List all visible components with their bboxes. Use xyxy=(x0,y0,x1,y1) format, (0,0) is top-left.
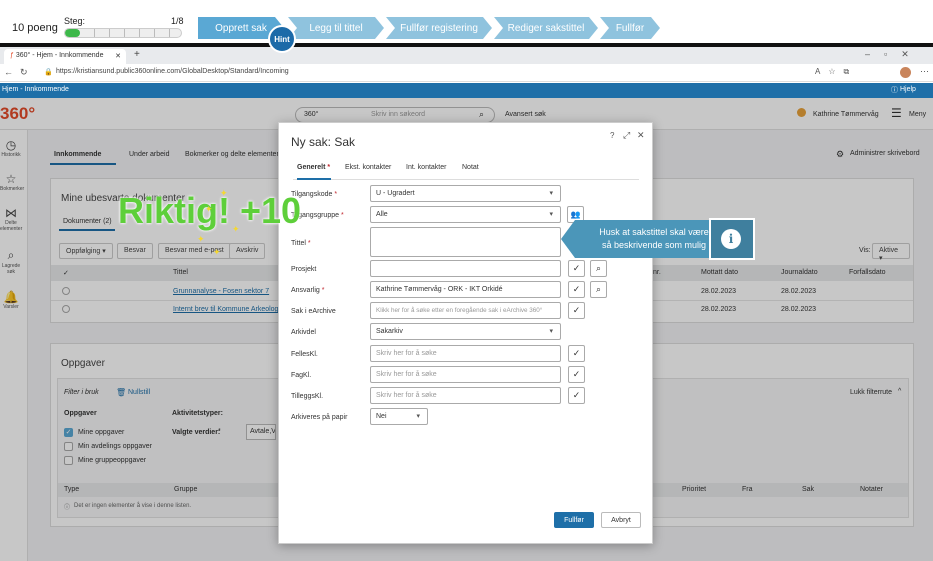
browser-tabstrip: ƒ 360° - Hjem - Innkommende ✕ + –▫✕ xyxy=(0,47,933,64)
help-icon: ⓘ xyxy=(891,87,898,94)
project-field[interactable] xyxy=(370,260,561,277)
tutorial-bar: 10 poeng Steg: 1/8 Opprett sak Legg til … xyxy=(0,0,933,44)
access-group-select[interactable]: Alle xyxy=(370,206,561,223)
access-code-select[interactable]: U - Ugradert xyxy=(370,185,561,202)
reload-icon[interactable]: ↻ xyxy=(20,67,28,78)
browser-toolbar-icons[interactable]: A☆⧉ xyxy=(815,67,857,77)
tab-ext-contacts[interactable]: Ekst. kontakter xyxy=(345,163,391,180)
archive-part-label: Arkivdel xyxy=(291,329,316,336)
new-case-dialog: Ny sak: Sak ? ⤢ ✕ Generelt * Ekst. konta… xyxy=(278,122,653,544)
sparkle-icon: ✦ xyxy=(232,224,240,234)
check-icon[interactable]: ✓ xyxy=(568,387,585,404)
tab-notes[interactable]: Notat xyxy=(462,163,479,180)
help-link[interactable]: Hjelp xyxy=(900,86,916,93)
title-field[interactable] xyxy=(370,227,561,257)
subject-class-label: FagKl. xyxy=(291,372,312,379)
search-icon[interactable]: ⌕ xyxy=(590,260,607,277)
dialog-title: Ny sak: Sak xyxy=(291,135,356,149)
tutorial-step-5: Fullfør xyxy=(600,17,660,39)
hint-button[interactable]: Hint xyxy=(268,25,296,53)
check-icon[interactable]: ✓ xyxy=(568,281,585,298)
paper-archive-select[interactable]: Nei xyxy=(370,408,428,425)
tutorial-step-2: Legg til tittel xyxy=(288,17,384,39)
favicon-icon: ƒ xyxy=(10,52,14,59)
help-icon[interactable]: ? xyxy=(610,131,614,140)
close-icon[interactable]: ✕ xyxy=(115,52,121,60)
url-field[interactable]: https://kristiansund.public360online.com… xyxy=(56,68,289,75)
check-icon[interactable]: ✓ xyxy=(568,260,585,277)
expand-icon[interactable]: ⤢ xyxy=(623,130,630,141)
common-class-label: FellesKl. xyxy=(291,351,318,358)
sparkle-icon: ✦ xyxy=(205,204,213,214)
sparkle-icon: ✦ xyxy=(220,188,228,198)
step-progress-fill xyxy=(65,29,80,37)
check-icon[interactable]: ✓ xyxy=(568,345,585,362)
dialog-tabs: Generelt * Ekst. kontakter Int. kontakte… xyxy=(293,163,639,180)
sparkle-icon: ✦ xyxy=(213,247,221,257)
additional-class-label: TilleggsKl. xyxy=(291,393,324,400)
profile-avatar[interactable] xyxy=(900,67,911,78)
title-label: Tittel * xyxy=(291,240,311,247)
close-icon[interactable]: ✕ xyxy=(637,130,645,141)
tutorial-step-4: Rediger sakstittel xyxy=(494,17,598,39)
address-bar: ← ↻ 🔒 https://kristiansund.public360onli… xyxy=(0,64,933,82)
cancel-button[interactable]: Avbryt xyxy=(601,512,641,528)
browser-tab-title: 360° - Hjem - Innkommende xyxy=(15,52,104,59)
lock-icon: 🔒 xyxy=(44,69,53,76)
check-icon[interactable]: ✓ xyxy=(568,366,585,383)
earchive-field[interactable]: Klikk her for å søke etter en foregående… xyxy=(370,302,561,319)
subject-class-field[interactable]: Skriv her for å søke xyxy=(370,366,561,383)
breadcrumb: Hjem - Innkommende xyxy=(2,86,69,93)
more-icon[interactable]: ⋯ xyxy=(920,66,929,77)
browser-tab[interactable]: ƒ 360° - Hjem - Innkommende ✕ xyxy=(4,49,126,64)
responsible-label: Ansvarlig * xyxy=(291,287,325,294)
step-label: Steg: xyxy=(64,16,86,26)
step-count: 1/8 xyxy=(171,16,184,26)
score-label: 10 poeng xyxy=(12,22,58,34)
earchive-label: Sak i eArchive xyxy=(291,308,336,315)
paper-archive-label: Arkiveres på papir xyxy=(291,414,348,421)
additional-class-field[interactable]: Skriv her for å søke xyxy=(370,387,561,404)
tutorial-step-3: Fullfør registering xyxy=(386,17,492,39)
archive-part-select[interactable]: Sakarkiv xyxy=(370,323,561,340)
search-icon[interactable]: ⌕ xyxy=(590,281,607,298)
finish-button[interactable]: Fullfør xyxy=(554,512,594,528)
sparkle-icon: ✦ xyxy=(197,234,205,244)
responsible-field[interactable]: Kathrine Tømmervåg - ORK - IKT Orkidé xyxy=(370,281,561,298)
common-class-field[interactable]: Skriv her for å søke xyxy=(370,345,561,362)
back-icon[interactable]: ← xyxy=(4,67,13,77)
check-icon[interactable]: ✓ xyxy=(568,302,585,319)
info-icon: i xyxy=(721,229,741,249)
tab-general[interactable]: Generelt * xyxy=(297,163,331,180)
project-label: Prosjekt xyxy=(291,266,317,273)
step-progress-bar xyxy=(64,28,182,38)
tab-int-contacts[interactable]: Int. kontakter xyxy=(406,163,446,180)
new-tab-icon[interactable]: + xyxy=(134,49,140,60)
window-controls[interactable]: –▫✕ xyxy=(865,49,923,60)
app-title-strip: Hjem - Innkommende Hjelp ⓘ xyxy=(0,83,933,98)
